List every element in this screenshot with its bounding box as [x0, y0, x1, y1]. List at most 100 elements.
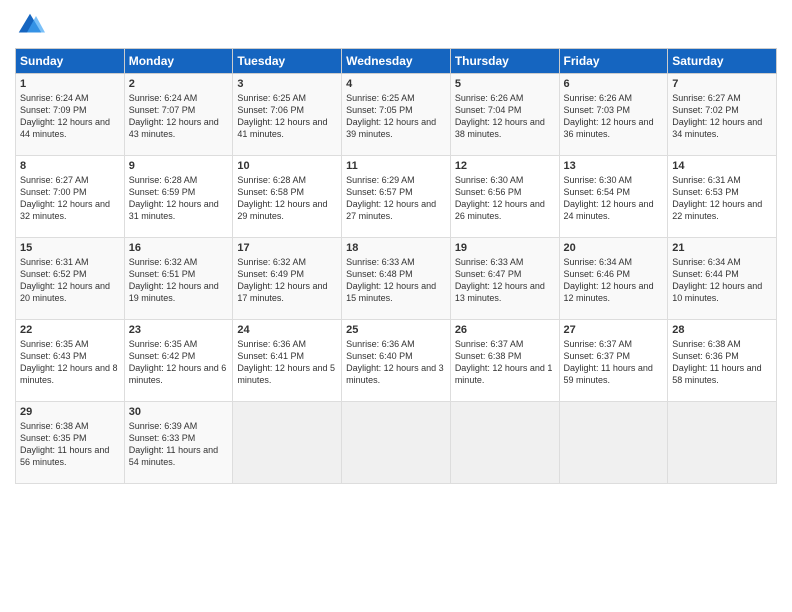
- calendar-cell: 17 Sunrise: 6:32 AMSunset: 6:49 PMDayligh…: [233, 238, 342, 320]
- calendar-header-friday: Friday: [559, 49, 668, 74]
- calendar-week-row-2: 8 Sunrise: 6:27 AMSunset: 7:00 PMDaylight…: [16, 156, 777, 238]
- cell-content: Sunrise: 6:34 AMSunset: 6:46 PMDaylight:…: [564, 256, 664, 305]
- day-number: 3: [237, 78, 337, 90]
- calendar-cell: 19 Sunrise: 6:33 AMSunset: 6:47 PMDayligh…: [450, 238, 559, 320]
- calendar-cell: 20 Sunrise: 6:34 AMSunset: 6:46 PMDayligh…: [559, 238, 668, 320]
- day-number: 27: [564, 324, 664, 336]
- calendar-cell: 27 Sunrise: 6:37 AMSunset: 6:37 PMDayligh…: [559, 320, 668, 402]
- calendar-cell: 22 Sunrise: 6:35 AMSunset: 6:43 PMDayligh…: [16, 320, 125, 402]
- calendar-header-sunday: Sunday: [16, 49, 125, 74]
- cell-content: Sunrise: 6:35 AMSunset: 6:43 PMDaylight:…: [20, 338, 120, 387]
- cell-content: Sunrise: 6:31 AMSunset: 6:53 PMDaylight:…: [672, 174, 772, 223]
- day-number: 4: [346, 78, 446, 90]
- calendar-cell: 11 Sunrise: 6:29 AMSunset: 6:57 PMDayligh…: [342, 156, 451, 238]
- cell-content: Sunrise: 6:36 AMSunset: 6:41 PMDaylight:…: [237, 338, 337, 387]
- cell-content: Sunrise: 6:24 AMSunset: 7:07 PMDaylight:…: [129, 92, 229, 141]
- logo: [15, 10, 49, 40]
- calendar-cell: 13 Sunrise: 6:30 AMSunset: 6:54 PMDayligh…: [559, 156, 668, 238]
- cell-content: Sunrise: 6:32 AMSunset: 6:49 PMDaylight:…: [237, 256, 337, 305]
- calendar-week-row-1: 1 Sunrise: 6:24 AMSunset: 7:09 PMDaylight…: [16, 74, 777, 156]
- cell-content: Sunrise: 6:26 AMSunset: 7:03 PMDaylight:…: [564, 92, 664, 141]
- calendar-cell: 24 Sunrise: 6:36 AMSunset: 6:41 PMDayligh…: [233, 320, 342, 402]
- day-number: 24: [237, 324, 337, 336]
- day-number: 23: [129, 324, 229, 336]
- calendar-week-row-5: 29 Sunrise: 6:38 AMSunset: 6:35 PMDayligh…: [16, 402, 777, 484]
- cell-content: Sunrise: 6:36 AMSunset: 6:40 PMDaylight:…: [346, 338, 446, 387]
- cell-content: Sunrise: 6:34 AMSunset: 6:44 PMDaylight:…: [672, 256, 772, 305]
- calendar-cell: 15Sunrise: 6:31 AMSunset: 6:52 PMDayligh…: [16, 238, 125, 320]
- cell-content: Sunrise: 6:38 AMSunset: 6:36 PMDaylight:…: [672, 338, 772, 387]
- calendar-cell: 7Sunrise: 6:27 AMSunset: 7:02 PMDaylight…: [668, 74, 777, 156]
- calendar-cell: [342, 402, 451, 484]
- day-number: 5: [455, 78, 555, 90]
- calendar-cell: [668, 402, 777, 484]
- day-number: 13: [564, 160, 664, 172]
- calendar-cell: 6 Sunrise: 6:26 AMSunset: 7:03 PMDaylight…: [559, 74, 668, 156]
- cell-content: Sunrise: 6:30 AMSunset: 6:56 PMDaylight:…: [455, 174, 555, 223]
- calendar-cell: 23 Sunrise: 6:35 AMSunset: 6:42 PMDayligh…: [124, 320, 233, 402]
- header: [15, 10, 777, 40]
- day-number: 12: [455, 160, 555, 172]
- calendar-table: SundayMondayTuesdayWednesdayThursdayFrid…: [15, 48, 777, 484]
- calendar-cell: 25 Sunrise: 6:36 AMSunset: 6:40 PMDayligh…: [342, 320, 451, 402]
- day-number: 6: [564, 78, 664, 90]
- cell-content: Sunrise: 6:37 AMSunset: 6:37 PMDaylight:…: [564, 338, 664, 387]
- calendar-cell: 18Sunrise: 6:33 AMSunset: 6:48 PMDayligh…: [342, 238, 451, 320]
- day-number: 20: [564, 242, 664, 254]
- cell-content: Sunrise: 6:33 AMSunset: 6:47 PMDaylight:…: [455, 256, 555, 305]
- calendar-cell: 28 Sunrise: 6:38 AMSunset: 6:36 PMDayligh…: [668, 320, 777, 402]
- cell-content: Sunrise: 6:28 AMSunset: 6:58 PMDaylight:…: [237, 174, 337, 223]
- day-number: 17: [237, 242, 337, 254]
- cell-content: Sunrise: 6:27 AMSunset: 7:00 PMDaylight:…: [20, 174, 120, 223]
- day-number: 25: [346, 324, 446, 336]
- cell-content: Sunrise: 6:30 AMSunset: 6:54 PMDaylight:…: [564, 174, 664, 223]
- calendar-cell: 26Sunrise: 6:37 AMSunset: 6:38 PMDayligh…: [450, 320, 559, 402]
- calendar-header-wednesday: Wednesday: [342, 49, 451, 74]
- cell-content: Sunrise: 6:26 AMSunset: 7:04 PMDaylight:…: [455, 92, 555, 141]
- day-number: 19: [455, 242, 555, 254]
- day-number: 1: [20, 78, 120, 90]
- cell-content: Sunrise: 6:31 AMSunset: 6:52 PMDaylight:…: [20, 256, 120, 305]
- day-number: 29: [20, 406, 120, 418]
- day-number: 11: [346, 160, 446, 172]
- day-number: 18: [346, 242, 446, 254]
- calendar-cell: 9 Sunrise: 6:28 AMSunset: 6:59 PMDaylight…: [124, 156, 233, 238]
- day-number: 10: [237, 160, 337, 172]
- day-number: 14: [672, 160, 772, 172]
- cell-content: Sunrise: 6:39 AMSunset: 6:33 PMDaylight:…: [129, 420, 229, 469]
- day-number: 21: [672, 242, 772, 254]
- day-number: 28: [672, 324, 772, 336]
- cell-content: Sunrise: 6:35 AMSunset: 6:42 PMDaylight:…: [129, 338, 229, 387]
- cell-content: Sunrise: 6:27 AMSunset: 7:02 PMDaylight:…: [672, 92, 772, 141]
- cell-content: Sunrise: 6:29 AMSunset: 6:57 PMDaylight:…: [346, 174, 446, 223]
- calendar-cell: 2Sunrise: 6:24 AMSunset: 7:07 PMDaylight…: [124, 74, 233, 156]
- cell-content: Sunrise: 6:38 AMSunset: 6:35 PMDaylight:…: [20, 420, 120, 469]
- calendar-header-saturday: Saturday: [668, 49, 777, 74]
- cell-content: Sunrise: 6:37 AMSunset: 6:38 PMDaylight:…: [455, 338, 555, 387]
- calendar-cell: 14 Sunrise: 6:31 AMSunset: 6:53 PMDayligh…: [668, 156, 777, 238]
- calendar-week-row-3: 15Sunrise: 6:31 AMSunset: 6:52 PMDayligh…: [16, 238, 777, 320]
- cell-content: Sunrise: 6:24 AMSunset: 7:09 PMDaylight:…: [20, 92, 120, 141]
- calendar-cell: 8 Sunrise: 6:27 AMSunset: 7:00 PMDaylight…: [16, 156, 125, 238]
- calendar-cell: 3Sunrise: 6:25 AMSunset: 7:06 PMDaylight…: [233, 74, 342, 156]
- day-number: 22: [20, 324, 120, 336]
- day-number: 8: [20, 160, 120, 172]
- calendar-cell: [450, 402, 559, 484]
- calendar-cell: 30 Sunrise: 6:39 AMSunset: 6:33 PMDayligh…: [124, 402, 233, 484]
- calendar-cell: 1 Sunrise: 6:24 AMSunset: 7:09 PMDaylight…: [16, 74, 125, 156]
- day-number: 16: [129, 242, 229, 254]
- day-number: 9: [129, 160, 229, 172]
- cell-content: Sunrise: 6:32 AMSunset: 6:51 PMDaylight:…: [129, 256, 229, 305]
- calendar-cell: [559, 402, 668, 484]
- calendar-cell: [233, 402, 342, 484]
- calendar-header-row: SundayMondayTuesdayWednesdayThursdayFrid…: [16, 49, 777, 74]
- cell-content: Sunrise: 6:28 AMSunset: 6:59 PMDaylight:…: [129, 174, 229, 223]
- calendar-cell: 10 Sunrise: 6:28 AMSunset: 6:58 PMDayligh…: [233, 156, 342, 238]
- cell-content: Sunrise: 6:25 AMSunset: 7:05 PMDaylight:…: [346, 92, 446, 141]
- calendar-cell: 16 Sunrise: 6:32 AMSunset: 6:51 PMDayligh…: [124, 238, 233, 320]
- calendar-header-thursday: Thursday: [450, 49, 559, 74]
- logo-icon: [15, 10, 45, 40]
- calendar-cell: 5 Sunrise: 6:26 AMSunset: 7:04 PMDaylight…: [450, 74, 559, 156]
- calendar-cell: 4 Sunrise: 6:25 AMSunset: 7:05 PMDaylight…: [342, 74, 451, 156]
- day-number: 30: [129, 406, 229, 418]
